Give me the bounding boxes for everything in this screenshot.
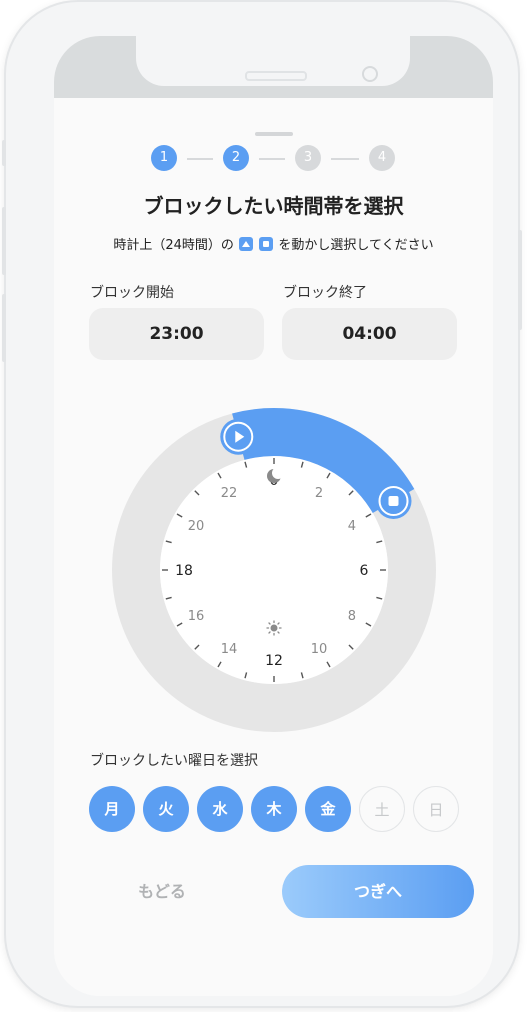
hour-label: 22 <box>221 486 238 501</box>
page-title: ブロックしたい時間帯を選択 <box>143 194 404 218</box>
hour-label: 12 <box>265 653 283 669</box>
day-toggle[interactable]: 月 <box>89 786 135 832</box>
days-label: ブロックしたい曜日を選択 <box>90 753 258 769</box>
hour-label: 4 <box>348 519 356 534</box>
back-button[interactable]: もどる <box>102 866 222 918</box>
instruction-suffix: を動かし選択してください <box>278 238 434 253</box>
phone-frame: 1 2 3 4 ブロックしたい時間帯を選択 時計上（24時間）の を動かし選択し… <box>2 2 522 1006</box>
next-button[interactable]: つぎへ <box>282 865 474 918</box>
instruction-text: 時計上（24時間）の を動かし選択してください <box>54 234 493 253</box>
triangle-icon <box>239 237 254 251</box>
hour-label: 6 <box>360 563 369 579</box>
block-start-time[interactable]: 23:00 <box>89 308 264 360</box>
day-toggle[interactable]: 木 <box>251 786 297 832</box>
step-connector <box>259 158 285 160</box>
block-end-label: ブロック終了 <box>283 285 367 301</box>
day-toggle[interactable]: 水 <box>197 786 243 832</box>
silent-switch <box>2 140 6 166</box>
speaker <box>245 71 307 81</box>
power-button <box>518 230 522 330</box>
hour-label: 18 <box>175 563 193 579</box>
day-toggle[interactable]: 金 <box>305 786 351 832</box>
sheet-grabber[interactable] <box>255 132 293 136</box>
step-connector <box>331 158 359 160</box>
sun-icon <box>266 620 282 636</box>
step-1: 1 <box>151 145 177 171</box>
start-handle[interactable] <box>220 418 257 455</box>
screen: 1 2 3 4 ブロックしたい時間帯を選択 時計上（24時間）の を動かし選択し… <box>54 36 493 996</box>
step-2: 2 <box>223 145 249 171</box>
hour-label: 8 <box>348 609 356 624</box>
square-icon <box>259 237 274 251</box>
stop-icon <box>388 496 399 506</box>
volume-down-button <box>2 294 6 362</box>
hour-label: 20 <box>188 519 205 534</box>
clock-dial[interactable]: 0246810121416182022 <box>94 390 454 750</box>
clock-face <box>160 456 388 684</box>
setup-sheet: 1 2 3 4 ブロックしたい時間帯を選択 時計上（24時間）の を動かし選択し… <box>54 98 493 996</box>
day-toggle[interactable]: 日 <box>413 786 459 832</box>
block-start-label: ブロック開始 <box>90 285 174 301</box>
front-camera <box>362 66 378 82</box>
block-end-time[interactable]: 04:00 <box>282 308 457 360</box>
hour-label: 10 <box>311 642 328 657</box>
day-toggle[interactable]: 火 <box>143 786 189 832</box>
hour-label: 16 <box>188 609 205 624</box>
day-toggle[interactable]: 土 <box>359 786 405 832</box>
instruction-prefix: 時計上（24時間）の <box>113 238 234 253</box>
step-connector <box>187 158 213 160</box>
step-3: 3 <box>295 145 321 171</box>
step-4: 4 <box>369 145 395 171</box>
volume-up-button <box>2 207 6 275</box>
hour-label: 2 <box>315 486 323 501</box>
hour-label: 14 <box>221 642 238 657</box>
end-handle[interactable] <box>375 483 412 519</box>
notch <box>136 36 410 86</box>
